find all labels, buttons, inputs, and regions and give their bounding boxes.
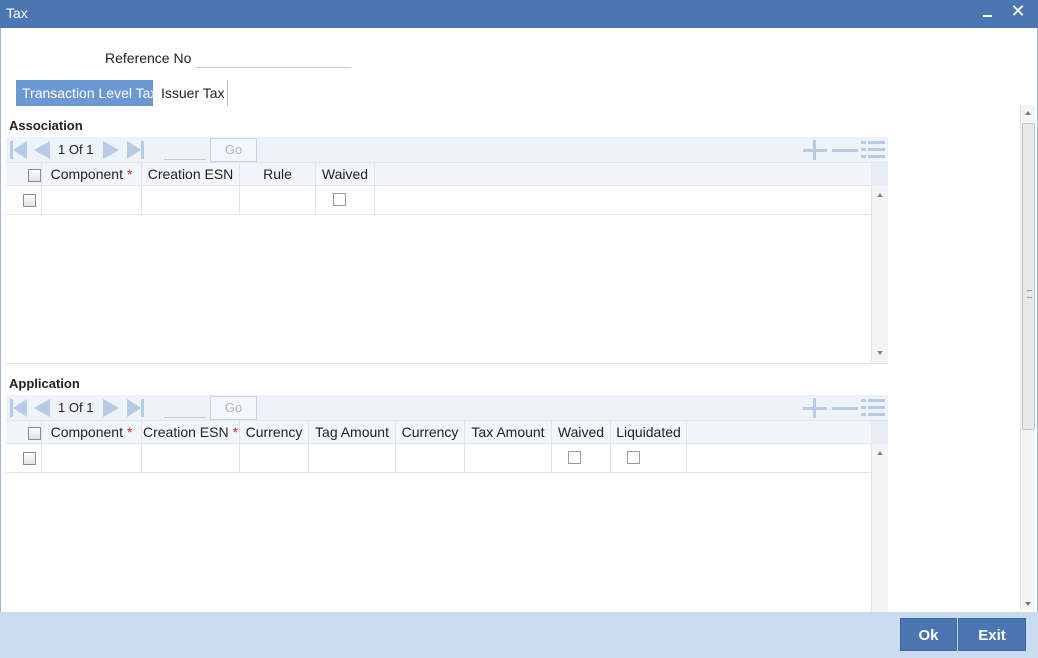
waived-checkbox[interactable] [333,193,346,206]
association-grid-scrollbar[interactable] [871,186,888,362]
col-currency-2: Currency [396,421,465,445]
delete-row-icon[interactable] [832,398,858,418]
current-page: 1 [58,400,66,415]
select-all-checkbox[interactable] [28,169,41,182]
waived-checkbox[interactable] [568,451,581,464]
tab-issuer-tax[interactable]: Issuer Tax [155,80,228,106]
col-currency: Currency [240,421,309,445]
add-row-icon[interactable] [802,398,828,418]
next-page-icon[interactable] [101,140,121,160]
minimize-icon[interactable] [980,3,996,23]
application-page-input[interactable] [164,398,206,418]
table-row [6,186,872,215]
association-page-input[interactable] [164,140,206,160]
scroll-up-icon[interactable] [1025,111,1031,115]
current-page: 1 [58,142,66,157]
association-grid: Component * Creation ESN Rule Waived [6,162,888,364]
window-titlebar: Tax ✕ [0,0,1038,28]
ok-button[interactable]: Ok [900,618,957,651]
last-page-icon[interactable] [126,140,146,160]
page-scrollbar[interactable] [1020,105,1035,610]
scrollbar-thumb[interactable] [1022,123,1035,430]
application-grid: Component * Creation ESN * Currency Tag Am… [6,420,888,612]
window-title: Tax [6,5,28,21]
creation-esn-cell[interactable] [142,444,240,473]
col-waived: Waived [316,163,375,187]
association-go-button[interactable]: Go [210,138,257,162]
total-pages: 1 [86,142,94,157]
col-creation-esn: Creation ESN * [142,421,240,445]
creation-esn-cell[interactable] [142,186,240,215]
col-tag-amount: Tag Amount [309,421,396,445]
scroll-up-icon[interactable] [877,451,883,455]
add-row-icon[interactable] [802,140,828,160]
association-page-indicator: 1 Of 1 [58,142,93,157]
col-liquidated: Liquidated [611,421,687,445]
col-rule: Rule [240,163,316,187]
exit-button[interactable]: Exit [958,618,1026,651]
col-component: Component * [42,421,142,445]
tab-transaction-level-tax[interactable]: Transaction Level Tax [16,80,157,106]
component-cell[interactable] [42,186,142,215]
reference-no-label: Reference No [105,50,192,66]
row-select-checkbox[interactable] [23,194,36,207]
page-of-label: Of [68,142,83,157]
application-grid-header: Component * Creation ESN * Currency Tag Am… [6,420,888,445]
select-all-cell [6,163,42,187]
prev-page-icon[interactable] [31,398,51,418]
col-waived: Waived [552,421,611,445]
component-cell[interactable] [42,444,142,473]
footer-bar: Ok Exit [0,612,1038,658]
select-all-cell [6,421,42,445]
currency-cell[interactable] [240,444,309,473]
rule-cell[interactable] [240,186,316,215]
single-view-icon[interactable] [861,398,887,418]
application-page-indicator: 1 Of 1 [58,400,93,415]
select-all-checkbox[interactable] [28,427,41,440]
tag-amount-cell[interactable] [309,444,396,473]
table-row [6,444,872,473]
col-component: Component * [42,163,142,187]
application-go-button[interactable]: Go [210,396,257,420]
currency-2-cell[interactable] [396,444,465,473]
application-section-title: Application [9,376,80,391]
application-grid-scrollbar[interactable] [871,444,888,612]
scroll-down-icon[interactable] [1025,602,1031,606]
single-view-icon[interactable] [861,140,887,160]
application-pager-toolbar: 1 Of 1 Go [6,395,888,421]
scroll-up-icon[interactable] [877,193,883,197]
association-section-title: Association [9,118,83,133]
prev-page-icon[interactable] [31,140,51,160]
first-page-icon[interactable] [8,140,28,160]
scroll-down-icon[interactable] [877,351,883,355]
liquidated-checkbox[interactable] [627,451,640,464]
association-grid-header: Component * Creation ESN Rule Waived [6,162,888,187]
row-select-checkbox[interactable] [23,452,36,465]
close-icon[interactable]: ✕ [1008,0,1028,22]
association-pager-toolbar: 1 Of 1 Go [6,137,888,163]
next-page-icon[interactable] [101,398,121,418]
reference-no-input[interactable] [196,46,351,68]
col-creation-esn: Creation ESN [142,163,240,187]
first-page-icon[interactable] [8,398,28,418]
delete-row-icon[interactable] [832,140,858,160]
page-of-label: Of [68,400,83,415]
col-tax-amount: Tax Amount [465,421,552,445]
last-page-icon[interactable] [126,398,146,418]
total-pages: 1 [86,400,94,415]
tax-amount-cell[interactable] [465,444,552,473]
